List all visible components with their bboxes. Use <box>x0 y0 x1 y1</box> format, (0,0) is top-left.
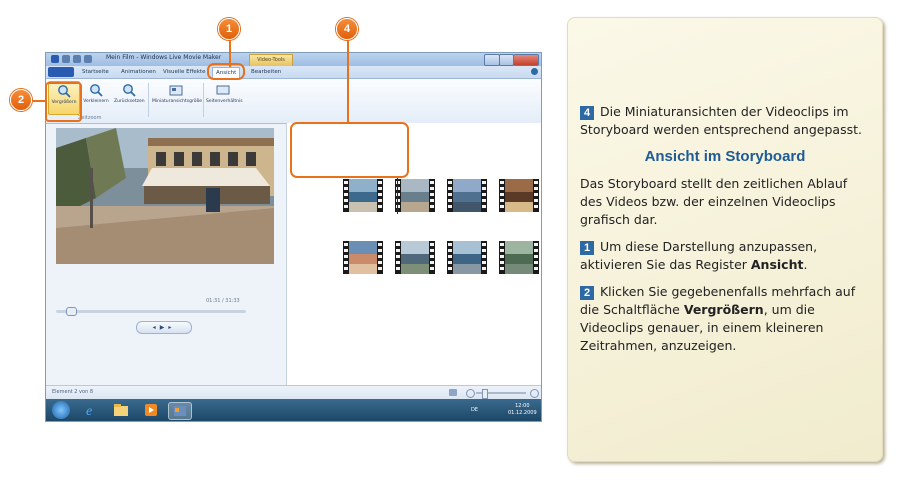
tab-visual-effects[interactable]: Visuelle Effekte <box>160 67 208 77</box>
ribbon-separator <box>148 83 149 117</box>
minimize-button[interactable] <box>484 54 500 66</box>
status-text: Element 2 von 8 <box>52 389 94 395</box>
zoom-in-small-icon[interactable] <box>530 389 539 398</box>
seek-bar[interactable] <box>56 310 246 313</box>
storyboard-clip[interactable] <box>499 241 539 274</box>
help-icon[interactable] <box>531 68 538 75</box>
storyboard-clip[interactable] <box>343 241 383 274</box>
explorer-icon[interactable] <box>110 402 132 418</box>
callout-badge-1: 1 <box>218 18 240 40</box>
clock-date: 01.12.2009 <box>508 410 537 416</box>
system-clock[interactable]: 12:00 01.12.2009 <box>508 403 537 417</box>
callout-4-line <box>347 37 349 122</box>
redo-icon[interactable] <box>84 55 92 63</box>
playback-timecode: 01:31 / 31:33 <box>206 298 240 304</box>
step-text: . <box>803 257 808 272</box>
callout-4-highlight <box>290 122 409 178</box>
callout-1-highlight <box>207 63 245 80</box>
movie-maker-window: Mein Film - Windows Live Movie Maker Vid… <box>45 52 542 422</box>
step-number: 2 <box>580 286 594 300</box>
undo-icon[interactable] <box>73 55 81 63</box>
thumbnail-size-label: Miniaturansichtsgröße <box>152 99 203 104</box>
playback-controls: ◂▶▸ <box>136 321 192 334</box>
storyboard-clip[interactable] <box>395 179 435 212</box>
tab-home[interactable]: Startseite <box>79 67 112 77</box>
taskbar: e DE 12:00 01.12.2009 <box>46 399 541 421</box>
zoom-slider-handle[interactable] <box>482 389 488 399</box>
previous-frame-icon[interactable]: ◂ <box>153 324 160 331</box>
ribbon-tab-row: Startseite Animationen Visuelle Effekte … <box>46 66 541 79</box>
magnifier-minus-icon <box>90 84 103 97</box>
svg-text:e: e <box>86 404 92 418</box>
callout-badge-2: 2 <box>10 89 32 111</box>
aspect-ratio-button[interactable]: Seitenverhältnis <box>206 81 243 113</box>
seek-handle[interactable] <box>65 307 77 316</box>
start-button[interactable] <box>52 401 70 419</box>
close-button[interactable] <box>513 54 539 66</box>
internet-explorer-icon[interactable]: e <box>80 402 102 419</box>
tab-animations[interactable]: Animationen <box>118 67 159 77</box>
app-menu-icon[interactable] <box>51 55 59 63</box>
zoom-out-button[interactable]: Verkleinern <box>81 81 111 113</box>
step-text: Die Miniaturansichten der Videoclips im … <box>580 104 862 137</box>
ribbon-separator <box>203 83 204 117</box>
section-heading: Ansicht im Storyboard <box>644 148 806 165</box>
storyboard-clip[interactable] <box>447 241 487 274</box>
preview-frame <box>56 128 274 264</box>
window-title: Mein Film - Windows Live Movie Maker <box>106 54 222 61</box>
callout-badge-4: 4 <box>336 18 358 40</box>
next-frame-icon[interactable]: ▸ <box>168 324 175 331</box>
title-bar: Mein Film - Windows Live Movie Maker Vid… <box>46 53 541 67</box>
zoom-out-small-icon[interactable] <box>466 389 475 398</box>
aspect-ratio-label: Seitenverhältnis <box>206 99 243 104</box>
clock-time: 12:00 <box>515 403 530 409</box>
ribbon: Vergrößern Verkleinern Zurücksetzen Zeit… <box>46 79 541 124</box>
thumbnail-toggle-icon[interactable] <box>449 389 457 396</box>
save-icon[interactable] <box>62 55 70 63</box>
movie-maker-taskbar-icon[interactable] <box>168 402 192 420</box>
language-indicator[interactable]: DE <box>471 407 478 413</box>
storyboard-clip[interactable] <box>499 179 539 212</box>
step-2-paragraph: 2 Klicken Sie gegebenenfalls mehrfach au… <box>580 283 870 355</box>
maximize-button[interactable] <box>499 54 514 66</box>
thumbnail-size-button[interactable]: Miniaturansichtsgröße <box>152 81 203 113</box>
storyboard-clip[interactable] <box>395 241 435 274</box>
video-preview[interactable] <box>56 128 274 264</box>
step-4-paragraph: 4 Die Miniaturansichten der Videoclips i… <box>580 103 870 139</box>
storyboard-clip[interactable] <box>343 179 383 212</box>
step-keyword: Vergrößern <box>683 302 764 317</box>
zoom-out-label: Verkleinern <box>83 99 109 104</box>
media-player-icon[interactable] <box>140 402 162 418</box>
file-menu-tab[interactable] <box>48 67 74 77</box>
intro-paragraph: Das Storyboard stellt den zeitlichen Abl… <box>580 176 848 227</box>
tab-edit[interactable]: Bearbeiten <box>248 67 284 77</box>
status-bar: Element 2 von 8 <box>46 385 541 400</box>
info-panel-text: 4 Die Miniaturansichten der Videoclips i… <box>580 103 870 364</box>
step-number: 1 <box>580 241 594 255</box>
thumbnail-size-icon <box>169 85 183 96</box>
step-1-paragraph: 1 Um diese Darstellung anzupassen, aktiv… <box>580 238 870 274</box>
reset-zoom-button[interactable]: Zurücksetzen <box>114 81 145 113</box>
step-keyword: Ansicht <box>750 257 804 272</box>
magnifier-icon <box>123 84 136 97</box>
storyboard-playhead[interactable] <box>397 177 398 214</box>
storyboard-clip[interactable] <box>447 179 487 212</box>
step-number: 4 <box>580 106 594 120</box>
aspect-ratio-icon <box>216 85 230 95</box>
reset-zoom-label: Zurücksetzen <box>114 99 145 104</box>
callout-2-highlight <box>45 82 82 122</box>
